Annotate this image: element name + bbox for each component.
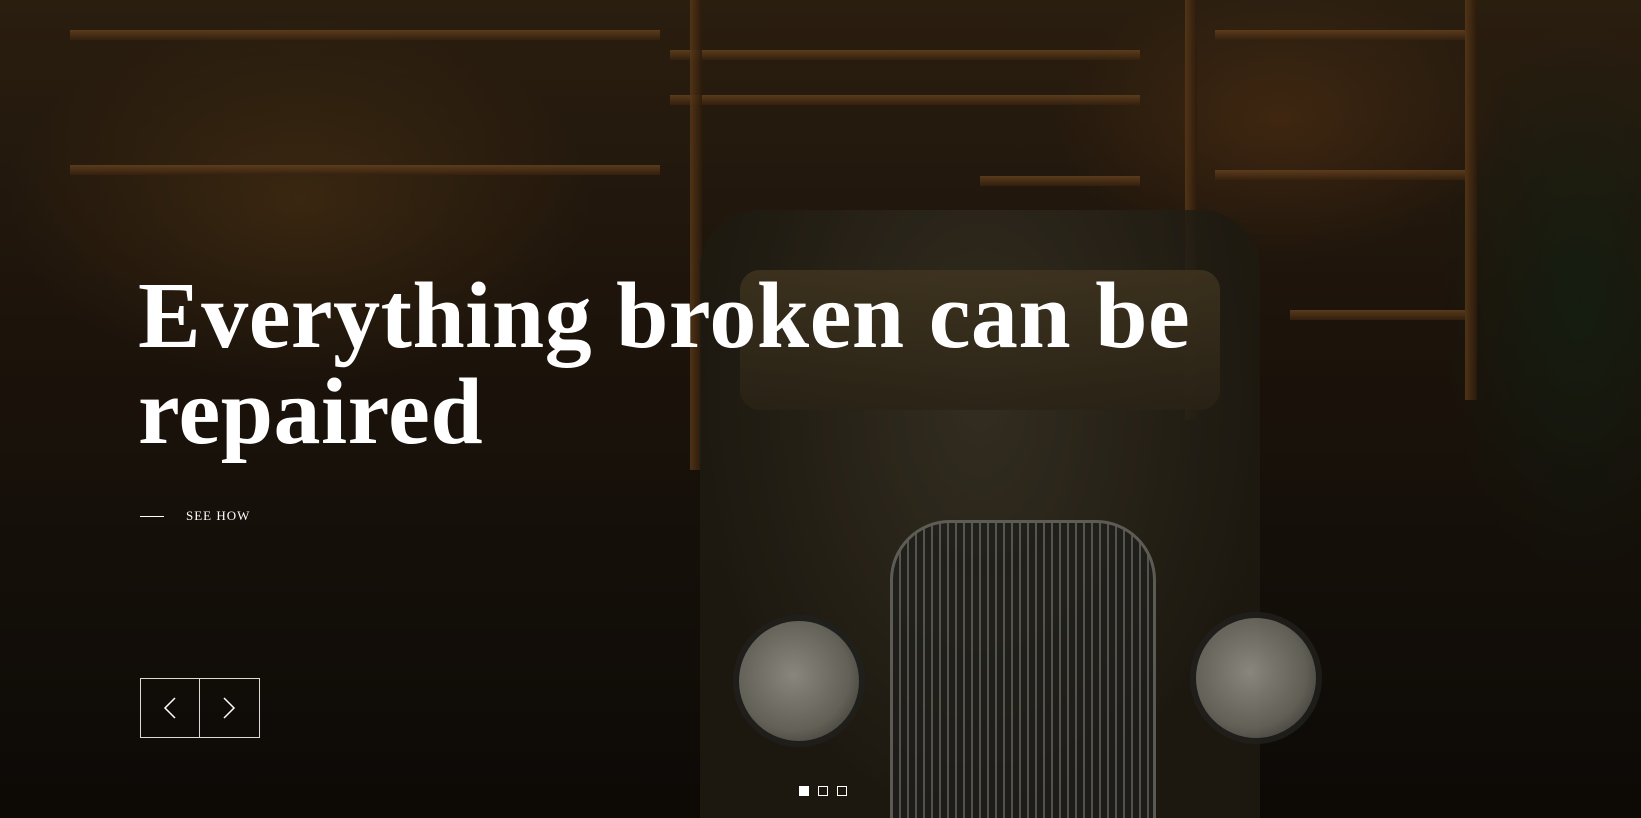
chevron-right-icon <box>223 697 236 719</box>
chevron-left-icon <box>163 697 176 719</box>
slider-dot-1[interactable] <box>799 786 809 796</box>
headline-line-2: repaired <box>138 360 484 464</box>
cta-dash-line <box>140 515 164 517</box>
see-how-link[interactable]: SEE HOW <box>140 508 250 524</box>
hero-headline: Everything broken can be repaired <box>138 268 1338 460</box>
headline-line-1: Everything broken can be <box>138 264 1191 368</box>
hero-slider: Everything broken can be repaired SEE HO… <box>0 0 1641 818</box>
slider-dots <box>799 786 847 796</box>
slider-arrows <box>140 678 260 738</box>
see-how-label: SEE HOW <box>186 508 251 523</box>
prev-slide-button[interactable] <box>141 679 200 737</box>
slider-dot-3[interactable] <box>837 786 847 796</box>
slider-dot-2[interactable] <box>818 786 828 796</box>
next-slide-button[interactable] <box>200 679 258 737</box>
